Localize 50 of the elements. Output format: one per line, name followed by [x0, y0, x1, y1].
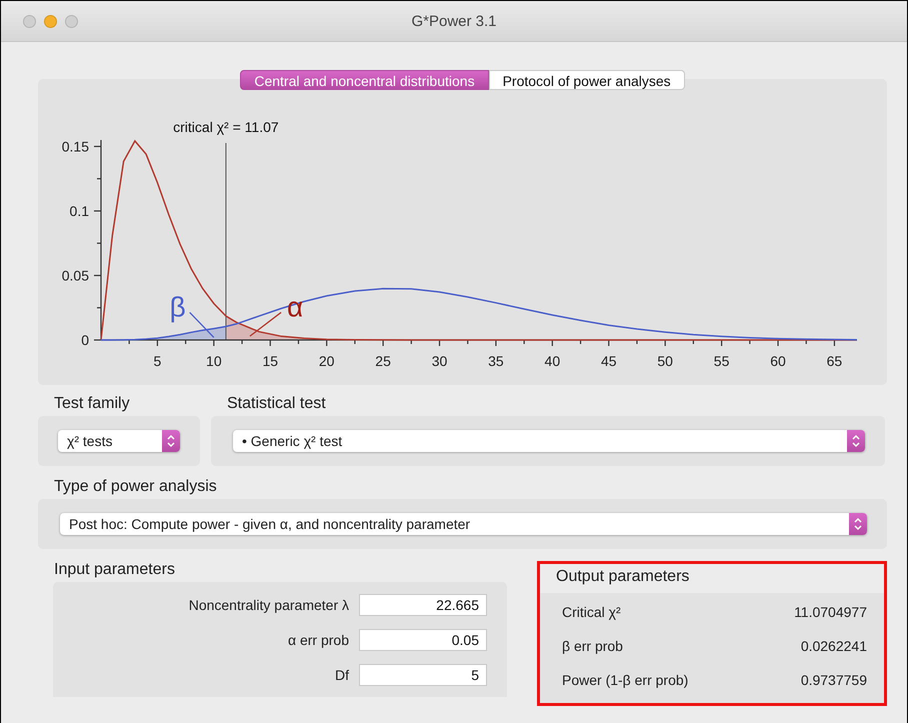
stepper-icon [162, 430, 180, 452]
window-button[interactable] [44, 14, 57, 28]
output-label: Critical χ² [562, 604, 621, 620]
field-label: α err prob [288, 632, 349, 648]
input-field[interactable]: 0.05 [359, 629, 487, 651]
section-label: Output parameters [555, 568, 690, 587]
output-label: Power (1-β err prob) [562, 672, 688, 688]
leader-line [250, 312, 282, 337]
window-button[interactable] [65, 14, 78, 28]
stepper-icon [847, 430, 865, 452]
tick-label: 10 [206, 353, 222, 369]
section-label: Test family [53, 395, 130, 414]
tick-label: 55 [714, 353, 730, 369]
output-label: β err prob [562, 638, 623, 654]
tick-label: 15 [262, 353, 278, 369]
output-value: 0.0262241 [800, 638, 867, 654]
dropdown[interactable]: χ² tests [58, 430, 180, 452]
tick-label: 60 [770, 353, 786, 369]
tick-label: 0.05 [62, 267, 89, 284]
output-value: 0.9737759 [800, 672, 867, 688]
tick-label: 50 [657, 353, 673, 369]
greek-label: β [170, 291, 186, 322]
section-label: Input parameters [53, 561, 175, 580]
tick-label: 35 [488, 353, 504, 369]
tick-label: 20 [318, 353, 334, 369]
field-label: Df [335, 667, 349, 683]
field-label: Noncentrality parameter λ [188, 597, 349, 613]
tab[interactable]: Central and noncentral distributions [240, 70, 489, 90]
input-field[interactable]: 5 [359, 664, 487, 686]
tick-label: 5 [154, 353, 162, 369]
dropdown[interactable]: • Generic χ² test [233, 430, 865, 452]
tick-label: 0.1 [70, 202, 89, 219]
tick-label: 0 [81, 332, 89, 348]
critical-label: critical χ² = 11.07 [173, 119, 279, 135]
input-field[interactable]: 22.665 [359, 594, 487, 616]
tick-label: 30 [432, 353, 448, 369]
tab[interactable]: Protocol of power analyses [488, 70, 685, 90]
tick-label: 0.15 [62, 138, 89, 154]
leader-line [189, 312, 214, 338]
tick-label: 25 [375, 353, 391, 369]
output-value: 11.0704977 [794, 604, 867, 620]
tick-label: 45 [600, 353, 617, 369]
section-label: Type of power analysis [53, 478, 217, 497]
tick-label: 65 [826, 353, 842, 369]
window-button[interactable] [23, 14, 36, 28]
stepper-icon [849, 513, 867, 535]
section-label: Statistical test [226, 395, 326, 414]
dropdown[interactable]: Post hoc: Compute power - given α, and noncentrality parameter [60, 513, 867, 535]
tick-label: 40 [544, 353, 560, 369]
window-title: G*Power 3.1 [411, 12, 497, 30]
